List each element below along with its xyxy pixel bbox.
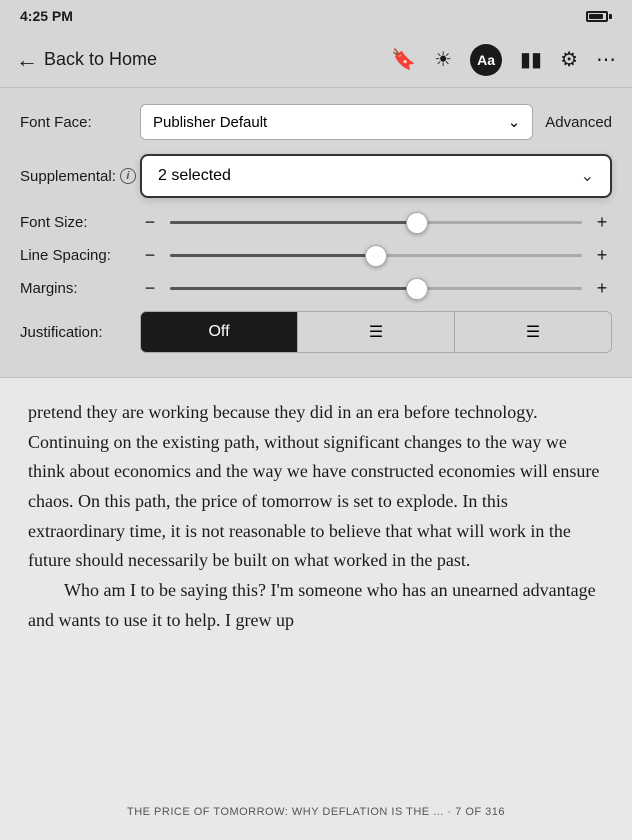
font-size-increase-button[interactable]: +: [592, 212, 612, 233]
font-size-label: Font Size:: [20, 214, 130, 231]
back-arrow-icon[interactable]: ←: [16, 47, 38, 73]
margins-decrease-button[interactable]: −: [140, 278, 160, 299]
margins-label: Margins:: [20, 280, 130, 297]
nav-bar: ← Back to Home 🔖 ☀ Aa ▮▮ ⚙ ⋯: [0, 32, 632, 88]
font-aa-label: Aa: [477, 52, 495, 68]
justification-full-button[interactable]: ☰: [455, 312, 611, 352]
margins-row: Margins: − +: [20, 278, 612, 299]
reading-text: pretend they are working because they di…: [28, 398, 604, 636]
font-face-value: Publisher Default: [153, 114, 267, 131]
supplemental-select[interactable]: 2 selected ⌄: [140, 154, 612, 198]
font-face-label: Font Face:: [20, 114, 140, 131]
line-spacing-decrease-button[interactable]: −: [140, 245, 160, 266]
line-spacing-slider[interactable]: [170, 254, 582, 257]
supplemental-value: 2 selected: [158, 167, 231, 185]
line-spacing-label: Line Spacing:: [20, 247, 130, 264]
status-bar: 4:25 PM: [0, 0, 632, 32]
brightness-icon[interactable]: ☀: [434, 47, 452, 72]
supplemental-row: Supplemental: i 2 selected ⌄: [20, 154, 612, 198]
reading-paragraph-1: pretend they are working because they di…: [28, 398, 604, 576]
more-icon[interactable]: ⋯: [596, 47, 616, 72]
content-area: Font Face: Publisher Default ⌄ Advanced …: [0, 88, 632, 840]
margins-increase-button[interactable]: +: [592, 278, 612, 299]
line-spacing-row: Line Spacing: − +: [20, 245, 612, 266]
reading-content: pretend they are working because they di…: [0, 378, 632, 840]
justification-row: Justification: Off ☰ ☰: [20, 311, 612, 353]
reading-footer: THE PRICE OF TOMORROW: WHY DEFLATION IS …: [0, 792, 632, 840]
justification-off-button[interactable]: Off: [141, 312, 298, 352]
bookmark-icon[interactable]: 🔖: [391, 47, 416, 72]
advanced-button[interactable]: Advanced: [545, 114, 612, 131]
info-icon[interactable]: i: [120, 168, 136, 184]
font-size-slider[interactable]: [170, 221, 582, 224]
chart-icon[interactable]: ▮▮: [520, 47, 542, 72]
supplemental-chevron-icon: ⌄: [581, 166, 594, 186]
settings-panel: Font Face: Publisher Default ⌄ Advanced …: [0, 88, 632, 378]
margins-slider[interactable]: [170, 287, 582, 290]
justification-left-button[interactable]: ☰: [298, 312, 455, 352]
nav-title[interactable]: Back to Home: [44, 49, 157, 70]
nav-left: ← Back to Home: [16, 47, 157, 73]
status-time: 4:25 PM: [20, 8, 73, 24]
footer-text: THE PRICE OF TOMORROW: WHY DEFLATION IS …: [127, 806, 505, 818]
justification-options: Off ☰ ☰: [140, 311, 612, 353]
font-aa-button[interactable]: Aa: [470, 44, 502, 76]
battery-icon: [586, 11, 612, 22]
font-size-row: Font Size: − +: [20, 212, 612, 233]
reading-paragraph-2: Who am I to be saying this? I'm someone …: [28, 576, 604, 635]
nav-right: 🔖 ☀ Aa ▮▮ ⚙ ⋯: [391, 44, 616, 76]
justification-label: Justification:: [20, 324, 130, 341]
supplemental-label: Supplemental: i: [20, 168, 140, 185]
font-face-chevron-icon: ⌄: [508, 113, 521, 131]
supplemental-label-text: Supplemental:: [20, 168, 116, 185]
font-face-select[interactable]: Publisher Default ⌄: [140, 104, 533, 140]
font-size-decrease-button[interactable]: −: [140, 212, 160, 233]
settings-icon[interactable]: ⚙: [560, 47, 578, 72]
font-face-row: Font Face: Publisher Default ⌄ Advanced: [20, 104, 612, 140]
status-right: [586, 11, 612, 22]
line-spacing-increase-button[interactable]: +: [592, 245, 612, 266]
